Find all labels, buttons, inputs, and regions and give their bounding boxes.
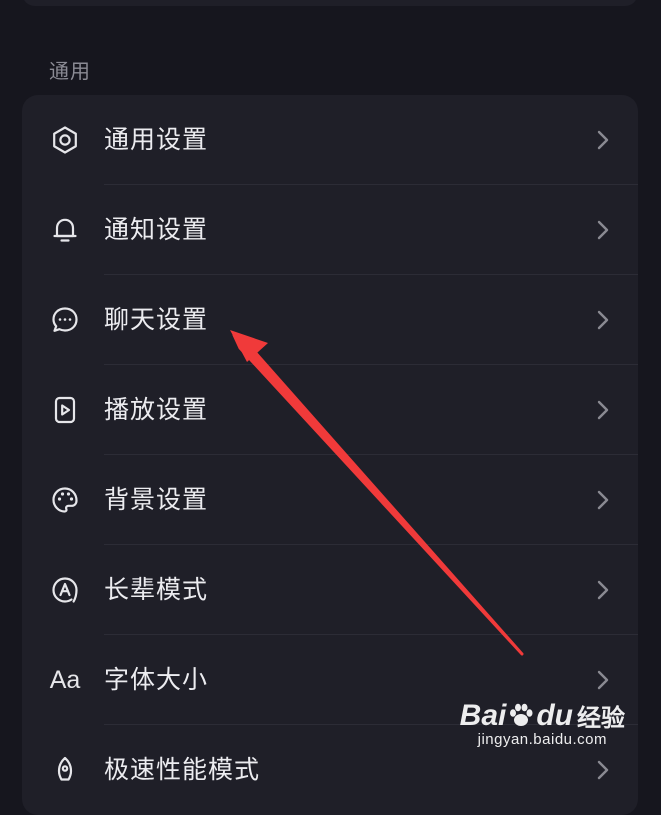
palette-icon — [47, 482, 83, 518]
settings-item-chat[interactable]: 聊天设置 — [22, 275, 638, 365]
rocket-icon — [47, 752, 83, 788]
settings-item-playback[interactable]: 播放设置 — [22, 365, 638, 455]
font-size-icon-text: Aa — [49, 665, 81, 694]
chat-bubble-icon — [47, 302, 83, 338]
settings-item-label: 播放设置 — [104, 395, 209, 424]
elder-mode-icon — [47, 572, 83, 608]
settings-item-elder-mode[interactable]: 长辈模式 — [22, 545, 638, 635]
settings-item-label: 通知设置 — [104, 215, 209, 244]
chevron-right-icon — [596, 669, 610, 691]
settings-item-background[interactable]: 背景设置 — [22, 455, 638, 545]
play-icon — [47, 392, 83, 428]
bell-icon — [47, 212, 83, 248]
watermark-brand-left: Bai — [459, 698, 507, 732]
settings-item-label: 长辈模式 — [104, 575, 209, 604]
settings-item-general[interactable]: 通用设置 — [22, 95, 638, 185]
watermark-url: jingyan.baidu.com — [477, 731, 608, 748]
watermark-brand-right: du — [536, 698, 573, 732]
settings-item-label: 极速性能模式 — [104, 755, 261, 784]
chevron-right-icon — [596, 399, 610, 421]
section-title: 通用 — [49, 59, 91, 83]
settings-item-label: 字体大小 — [104, 665, 209, 694]
font-size-icon: Aa — [47, 662, 83, 698]
chevron-right-icon — [596, 129, 610, 151]
top-card-edge — [22, 0, 638, 6]
settings-item-notification[interactable]: 通知设置 — [22, 185, 638, 275]
gear-icon — [47, 122, 83, 158]
paw-icon — [510, 703, 533, 726]
baidu-jingyan-watermark: Bai du 经验 jingyan.baidu.com — [459, 698, 625, 749]
settings-item-label: 通用设置 — [104, 125, 209, 154]
chevron-right-icon — [596, 219, 610, 241]
watermark-jingyan: 经验 — [577, 705, 625, 732]
settings-item-label: 背景设置 — [104, 485, 209, 514]
chevron-right-icon — [596, 309, 610, 331]
chevron-right-icon — [596, 489, 610, 511]
chevron-right-icon — [596, 579, 610, 601]
settings-item-label: 聊天设置 — [104, 305, 209, 334]
